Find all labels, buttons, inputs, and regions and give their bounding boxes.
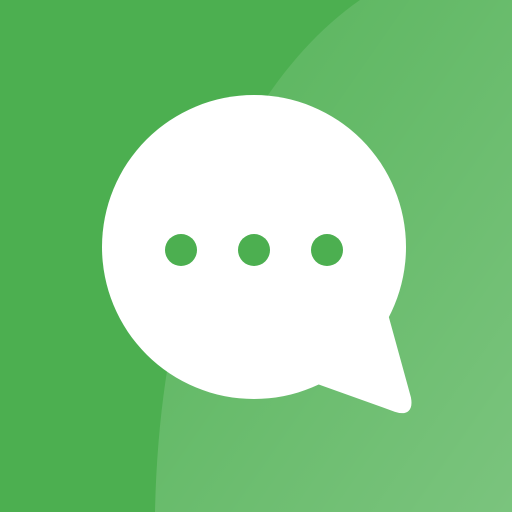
dot-right bbox=[311, 234, 343, 266]
chat-app-icon bbox=[0, 0, 512, 512]
dot-left bbox=[165, 234, 197, 266]
ellipsis-icon bbox=[165, 234, 343, 266]
dot-middle bbox=[238, 234, 270, 266]
